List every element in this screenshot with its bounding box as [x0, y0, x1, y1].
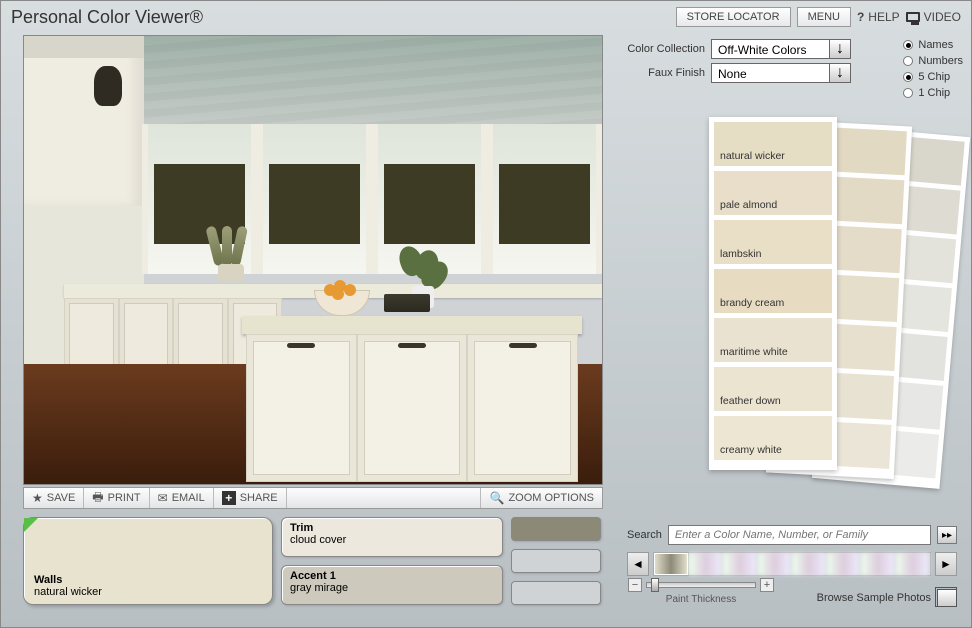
- control-selects: Color Collection Off-White Colors ↓ Faux…: [627, 39, 851, 83]
- zoom-button[interactable]: 🔍ZOOM OPTIONS: [480, 488, 602, 508]
- star-icon: ★: [32, 491, 43, 505]
- applied-swatches: Wallsnatural wicker Trimcloud cover Acce…: [23, 517, 601, 605]
- zoom-icon: 🔍: [489, 491, 504, 505]
- radio-names[interactable]: Names: [903, 39, 963, 51]
- color-chip[interactable]: creamy white: [714, 416, 832, 460]
- color-chip[interactable]: lambskin: [714, 220, 832, 264]
- stage-toolbar: ★SAVE 🖶PRINT ✉EMAIL +SHARE 🔍ZOOM OPTIONS: [23, 487, 603, 509]
- color-chip[interactable]: maritime white: [714, 318, 832, 362]
- email-button[interactable]: ✉EMAIL: [150, 488, 214, 508]
- walls-swatch[interactable]: Wallsnatural wicker: [23, 517, 273, 605]
- store-locator-button[interactable]: STORE LOCATOR: [676, 7, 791, 27]
- accent-swatch[interactable]: Accent 1gray mirage: [281, 565, 503, 605]
- search-bar: Search ▸▸: [627, 525, 957, 545]
- help-icon: ?: [857, 10, 864, 24]
- color-chip[interactable]: pale almond: [714, 171, 832, 215]
- mini-swatch[interactable]: [511, 549, 601, 573]
- chip-fan: natural wicker pale almond lambskin brandy …: [655, 117, 955, 495]
- preview-stage: [23, 35, 603, 485]
- thumbnails[interactable]: [653, 552, 931, 576]
- search-input[interactable]: [668, 525, 931, 545]
- prev-button[interactable]: ◄: [627, 552, 649, 576]
- print-icon: 🖶: [92, 488, 103, 509]
- search-label: Search: [627, 529, 662, 541]
- kitchen-photo: [24, 36, 602, 484]
- chevron-down-icon[interactable]: ↓: [829, 63, 851, 83]
- color-chip[interactable]: feather down: [714, 367, 832, 411]
- photos-icon: [937, 589, 957, 607]
- faux-select[interactable]: None ↓: [711, 63, 851, 83]
- plus-icon: +: [222, 491, 236, 505]
- search-go-button[interactable]: ▸▸: [937, 526, 957, 544]
- print-button[interactable]: 🖶PRINT: [84, 488, 149, 508]
- color-chip[interactable]: natural wicker: [714, 122, 832, 166]
- email-icon: ✉: [158, 491, 168, 505]
- radio-1chip[interactable]: 1 Chip: [903, 87, 963, 99]
- mini-swatch[interactable]: [511, 581, 601, 605]
- chevron-down-icon[interactable]: ↓: [829, 39, 851, 59]
- radio-5chip[interactable]: 5 Chip: [903, 71, 963, 83]
- browse-photos[interactable]: Browse Sample Photos: [817, 589, 957, 607]
- chip-strip[interactable]: natural wicker pale almond lambskin brandy …: [709, 117, 837, 470]
- display-options: Names Numbers 5 Chip 1 Chip: [903, 39, 963, 99]
- collection-label: Color Collection: [627, 43, 705, 55]
- radio-numbers[interactable]: Numbers: [903, 55, 963, 67]
- share-button[interactable]: +SHARE: [214, 488, 287, 508]
- mini-swatch[interactable]: [511, 517, 601, 541]
- help-button[interactable]: ?HELP: [857, 10, 900, 24]
- trim-swatch[interactable]: Trimcloud cover: [281, 517, 503, 557]
- video-button[interactable]: VIDEO: [906, 10, 961, 24]
- color-chip[interactable]: brandy cream: [714, 269, 832, 313]
- save-button[interactable]: ★SAVE: [24, 488, 84, 508]
- collection-select[interactable]: Off-White Colors ↓: [711, 39, 851, 59]
- top-bar: STORE LOCATOR MENU ?HELP VIDEO: [676, 7, 961, 27]
- thickness-plus-button[interactable]: +: [760, 578, 774, 592]
- faux-label: Faux Finish: [627, 67, 705, 79]
- thickness-minus-button[interactable]: −: [628, 578, 642, 592]
- app-title: Personal Color Viewer®: [11, 7, 203, 28]
- paint-thickness: − + Paint Thickness: [611, 578, 791, 605]
- menu-button[interactable]: MENU: [797, 7, 851, 27]
- monitor-icon: [906, 12, 920, 22]
- next-button[interactable]: ►: [935, 552, 957, 576]
- thickness-slider[interactable]: [646, 582, 756, 588]
- thumbnail-row: ◄ ►: [627, 551, 957, 577]
